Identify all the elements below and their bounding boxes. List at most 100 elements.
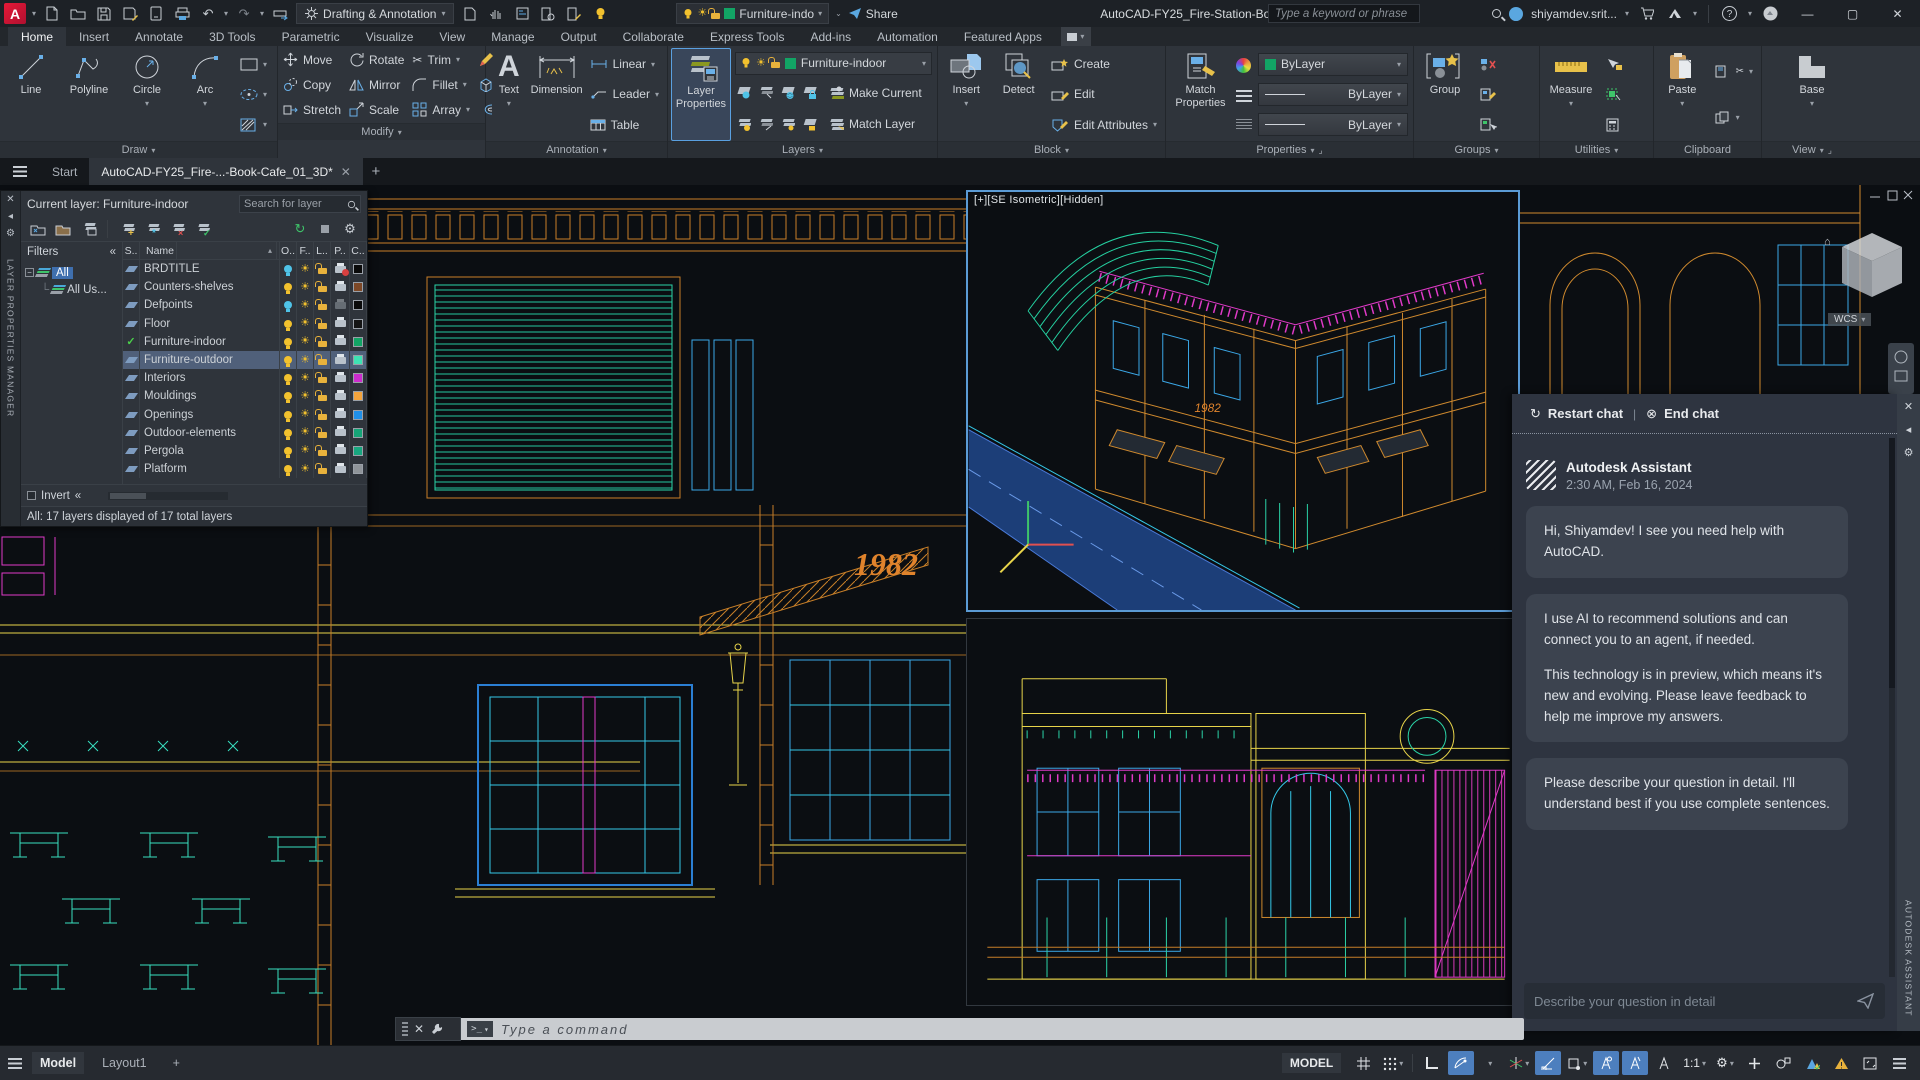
layer-row[interactable]: Outdoor-elements ☀	[123, 423, 367, 442]
app-menu-caret-icon[interactable]: ▾	[32, 9, 36, 18]
trim-button[interactable]: ✂ Trim ▾	[409, 47, 473, 72]
group-button[interactable]: Group	[1417, 48, 1473, 141]
collapse-all-icon[interactable]	[316, 220, 334, 238]
create-block-button[interactable]: Create	[1048, 52, 1160, 77]
scale-button[interactable]: Scale	[346, 97, 407, 122]
quick-calc-button[interactable]	[1603, 112, 1626, 137]
restart-chat-button[interactable]: ↻ Restart chat	[1530, 406, 1623, 422]
layer-row[interactable]: Interiors ☀	[123, 369, 367, 388]
mirror-button[interactable]: Mirror	[346, 72, 407, 97]
select-similar-button[interactable]	[1603, 82, 1626, 107]
sheet-icon[interactable]	[460, 4, 480, 24]
tab-add-ins[interactable]: Add-ins	[797, 27, 864, 46]
panel-label-annotation[interactable]: Annotation ▾	[486, 141, 667, 158]
warning-monitor-button[interactable]	[1828, 1051, 1854, 1075]
set-current-layer-icon[interactable]: ✓	[193, 220, 211, 238]
tab-manage[interactable]: Manage	[478, 27, 547, 46]
line-button[interactable]: Line	[3, 48, 59, 141]
layer-row-selected[interactable]: Furniture-outdoor ☀	[123, 350, 367, 370]
close-tab-icon[interactable]: ✕	[341, 165, 351, 179]
tab-active-drawing[interactable]: AutoCAD-FY25_Fire-...-Book-Cafe_01_3D* ✕	[89, 158, 363, 185]
new-file-icon[interactable]	[42, 4, 62, 24]
rotate-button[interactable]: Rotate	[346, 47, 407, 72]
wcs-badge[interactable]: WCS ▾	[1828, 313, 1872, 326]
viewport-label[interactable]: [+][SE Isometric][Hidden]	[974, 194, 1103, 206]
command-input-bar[interactable]: >_ ▾	[461, 1018, 1524, 1040]
move-button[interactable]: Move	[280, 47, 344, 72]
layer-grid-header[interactable]: S.. Name ▴ O.. F.. L.. P.. C..	[123, 242, 367, 260]
tab-express-tools[interactable]: Express Tools	[697, 27, 797, 46]
stretch-button[interactable]: Stretch	[280, 97, 344, 122]
drawing-canvas-right[interactable]: ⌂	[1520, 185, 1920, 394]
insert-button[interactable]: Insert ▾	[941, 48, 991, 141]
chat-autohide-icon[interactable]: ◂	[1906, 423, 1912, 436]
layer-row[interactable]: Counters-shelves ☀	[123, 278, 367, 297]
viewport-se-isometric[interactable]: 1982	[966, 190, 1520, 612]
measure-button[interactable]: Measure ▾	[1543, 48, 1599, 141]
save-as-icon[interactable]	[120, 4, 140, 24]
quick-layer-dropdown[interactable]: ☀ Furniture-indo ▾	[676, 3, 830, 24]
plot-mobile-icon[interactable]	[146, 4, 166, 24]
object-color-dropdown[interactable]: ByLayer ▾	[1258, 52, 1408, 76]
save-icon[interactable]	[94, 4, 114, 24]
command-input[interactable]	[501, 1021, 1518, 1037]
copy-clip-button[interactable]: ▾	[1712, 105, 1756, 130]
make-current-button[interactable]: Make Current	[823, 80, 925, 105]
user-caret-icon[interactable]: ▾	[1625, 9, 1629, 18]
refresh-icon[interactable]: ↻	[291, 220, 309, 238]
collapse-icon[interactable]: ⌄	[835, 9, 842, 18]
username[interactable]: shiyamdev.srit...	[1531, 7, 1617, 21]
batch-plot-icon[interactable]	[270, 4, 290, 24]
chat-settings-icon[interactable]: ⚙	[1904, 446, 1914, 459]
dimension-button[interactable]: Dimension	[531, 48, 583, 141]
help-search[interactable]	[1268, 4, 1437, 23]
undo-icon[interactable]: ↶	[198, 4, 218, 24]
horizontal-scrollbar[interactable]	[108, 491, 229, 500]
layer-dropdown[interactable]: ☀ Furniture-indoor ▾	[735, 51, 932, 75]
drawing-area[interactable]: 1982 1982 [+][SE Isometric][Hidden] ⌂ WC…	[0, 185, 1920, 1045]
layer-search-box[interactable]	[239, 195, 361, 213]
group-edit-button[interactable]	[1477, 82, 1500, 107]
settings-gear-icon[interactable]: ⚙	[341, 220, 359, 238]
layer-properties-button[interactable]: Layer Properties	[671, 48, 731, 141]
arc-button[interactable]: Arc ▾	[177, 48, 233, 141]
customize-wrench-icon[interactable]	[430, 1022, 444, 1036]
panel-label-view[interactable]: View ▾ ⌟	[1762, 141, 1862, 158]
ortho-mode-button[interactable]	[1419, 1051, 1445, 1075]
filter-all[interactable]: − All	[25, 264, 118, 281]
copy-button[interactable]: Copy	[280, 72, 344, 97]
redo-icon[interactable]: ↷	[234, 4, 254, 24]
pan-hand-icon[interactable]	[486, 4, 506, 24]
linear-button[interactable]: Linear ▾	[587, 52, 662, 77]
redo-caret-icon[interactable]: ▾	[260, 9, 264, 18]
hatch-button[interactable]: ▾	[237, 112, 270, 137]
help-search-input[interactable]	[1269, 7, 1437, 20]
apps-caret-icon[interactable]: ▾	[1693, 9, 1697, 18]
tab-featured-apps[interactable]: Featured Apps	[951, 27, 1055, 46]
cart-icon[interactable]	[1637, 4, 1657, 24]
doc-markup-icon[interactable]	[564, 4, 584, 24]
palette-autohide-icon[interactable]: ◂	[8, 211, 13, 222]
chat-close-icon[interactable]: ✕	[1904, 400, 1913, 413]
layer-row[interactable]: Defpoints ☀	[123, 296, 367, 315]
tab-collaborate[interactable]: Collaborate	[610, 27, 697, 46]
layer-row[interactable]: Pergola ☀	[123, 441, 367, 461]
new-group-filter-icon[interactable]	[54, 220, 72, 238]
polar-tracking-button[interactable]	[1448, 1051, 1475, 1075]
app-menu-button[interactable]: A	[4, 3, 26, 24]
properties-window-icon[interactable]	[512, 4, 532, 24]
workspace-gear-button[interactable]: ⚙ ▾	[1712, 1051, 1738, 1075]
send-icon[interactable]	[1857, 993, 1875, 1009]
close-button[interactable]: ✕	[1875, 0, 1920, 27]
polyline-button[interactable]: Polyline	[61, 48, 117, 141]
viewport-elevation-canvas[interactable]	[967, 619, 1519, 1005]
isodraft-button[interactable]: ▾	[1506, 1051, 1532, 1075]
palette-settings-icon[interactable]: ⚙	[6, 228, 15, 239]
layer-row[interactable]: Platform ☀	[123, 460, 367, 479]
circle-button[interactable]: Circle ▾	[119, 48, 175, 141]
grid-display-button[interactable]	[1350, 1051, 1376, 1075]
user-avatar[interactable]	[1509, 6, 1524, 21]
clean-screen-button[interactable]	[1857, 1051, 1883, 1075]
edit-attributes-button[interactable]: Edit Attributes ▾	[1048, 112, 1160, 137]
help-icon[interactable]: ?	[1720, 4, 1740, 24]
